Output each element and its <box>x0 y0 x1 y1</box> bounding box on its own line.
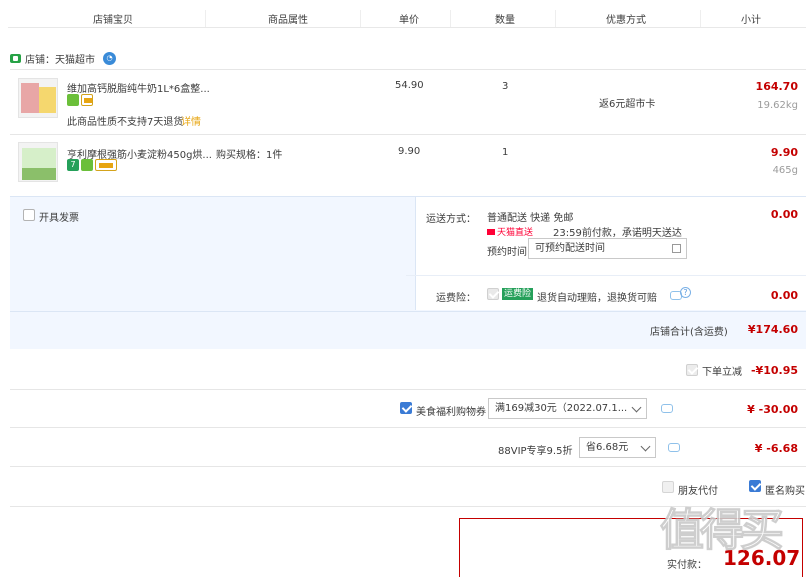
row-divider <box>10 389 806 390</box>
food-badge-icon <box>81 159 93 171</box>
vip-label: 88VIP专享9.5折 <box>498 446 573 457</box>
coupon-select[interactable]: 满169减30元（2022.07.1... <box>488 398 647 419</box>
col-header-discount: 优惠方式 <box>606 15 646 26</box>
row-divider <box>10 311 806 312</box>
card-badge-icon <box>95 159 117 171</box>
col-header-shop-item: 店铺宝贝 <box>93 15 133 26</box>
insurance-checkbox[interactable] <box>487 288 499 300</box>
header-divider <box>450 10 451 27</box>
vip-value: ¥ -6.68 <box>754 442 798 455</box>
order-confirm-page: 店铺宝贝 商品属性 单价 数量 优惠方式 小计 店铺：天猫超市 ◔ 维加高钙脱脂… <box>0 0 812 577</box>
chevron-down-icon <box>640 441 651 452</box>
row-divider <box>10 134 806 135</box>
tmall-direct-badge: 天猫直送 <box>487 225 533 238</box>
friend-pay-checkbox[interactable] <box>662 481 674 493</box>
insurance-label: 运费险： <box>436 293 476 304</box>
delivery-time-placeholder: 可预约配送时间 <box>535 243 605 254</box>
product-attributes: 购买规格：1件 <box>216 150 283 161</box>
product-thumbnail[interactable] <box>18 78 58 118</box>
col-header-quantity: 数量 <box>495 15 515 26</box>
row-divider <box>10 427 806 428</box>
weight: 19.62kg <box>757 100 798 111</box>
chat-icon[interactable] <box>668 443 680 452</box>
subtotal: 164.70 <box>755 80 798 93</box>
unit-price: 9.90 <box>398 146 421 157</box>
card-badge-icon <box>81 94 93 106</box>
shop-total-value: ¥174.60 <box>747 323 798 336</box>
header-divider <box>360 10 361 27</box>
seven-day-badge-icon: 7 <box>67 159 79 171</box>
coupon-label: 美食福利购物券 <box>416 407 486 418</box>
header-divider <box>700 10 701 27</box>
weight: 465g <box>772 165 798 176</box>
shipping-method: 普通配送 快递 免邮 <box>487 213 574 224</box>
col-header-unit-price: 单价 <box>399 15 419 26</box>
return-notice: 此商品性质不支持7天退货 <box>67 117 184 128</box>
shop-line: 店铺：天猫超市 ◔ <box>10 51 116 66</box>
insurance-tag: 运费险 <box>502 288 534 300</box>
shop-icon <box>10 54 21 63</box>
quantity: 3 <box>502 81 509 92</box>
invoice-label: 开具发票 <box>39 213 79 224</box>
tmall-direct-label: 天猫直送 <box>497 228 534 238</box>
shipping-label: 运送方式： <box>426 214 476 225</box>
unit-price: 54.90 <box>395 80 424 91</box>
product-thumbnail[interactable] <box>18 142 58 182</box>
row-divider <box>10 69 806 70</box>
insurance-fee: 0.00 <box>770 289 798 302</box>
food-badge-icon <box>67 94 79 106</box>
header-divider <box>205 10 206 27</box>
coupon-selected: 满169减30元（2022.07.1... <box>495 403 628 414</box>
chevron-down-icon <box>631 402 642 413</box>
delivery-promise: 23:59前付款，承诺明天送达 <box>553 228 682 239</box>
pay-label: 实付款： <box>667 560 707 571</box>
coupon-checkbox[interactable] <box>400 402 412 414</box>
subtotal: 9.90 <box>770 146 798 159</box>
coupon-value: ¥ -30.00 <box>747 403 798 416</box>
quantity: 1 <box>502 147 509 158</box>
header-divider <box>555 10 556 27</box>
chat-wangwang-icon[interactable]: ◔ <box>103 52 116 65</box>
col-header-attributes: 商品属性 <box>268 15 308 26</box>
shop-total-label: 店铺合计(含运费) <box>650 327 728 338</box>
col-header-subtotal: 小计 <box>741 15 761 26</box>
delivery-time-label: 预约时间 <box>487 247 527 258</box>
help-icon[interactable]: ? <box>680 287 691 298</box>
row-divider <box>10 466 806 467</box>
watermark-logo: 值得买 <box>660 505 785 557</box>
insurance-desc: 退货自动理赔，退换货可赔 <box>537 293 657 304</box>
shipping-fee: 0.00 <box>770 208 798 221</box>
row-divider <box>406 275 806 276</box>
shop-name[interactable]: 店铺：天猫超市 <box>25 51 95 66</box>
discount-text: 返6元超市卡 <box>599 99 656 110</box>
header-divider-line <box>8 27 806 28</box>
product-title[interactable]: 维加高钙脱脂纯牛奶1L*6盒整... <box>67 80 210 95</box>
delivery-time-select[interactable]: 可预约配送时间 <box>528 238 687 259</box>
instant-discount-value: -¥10.95 <box>750 364 798 377</box>
calendar-icon <box>672 244 681 253</box>
invoice-checkbox[interactable] <box>23 209 35 221</box>
vip-selected: 省6.68元 <box>586 442 629 453</box>
return-notice-link[interactable]: 详情 <box>181 113 201 128</box>
chat-icon[interactable] <box>661 404 673 413</box>
anonymous-checkbox[interactable] <box>749 480 761 492</box>
instant-discount-checkbox <box>686 364 698 376</box>
vip-select[interactable]: 省6.68元 <box>579 437 656 458</box>
